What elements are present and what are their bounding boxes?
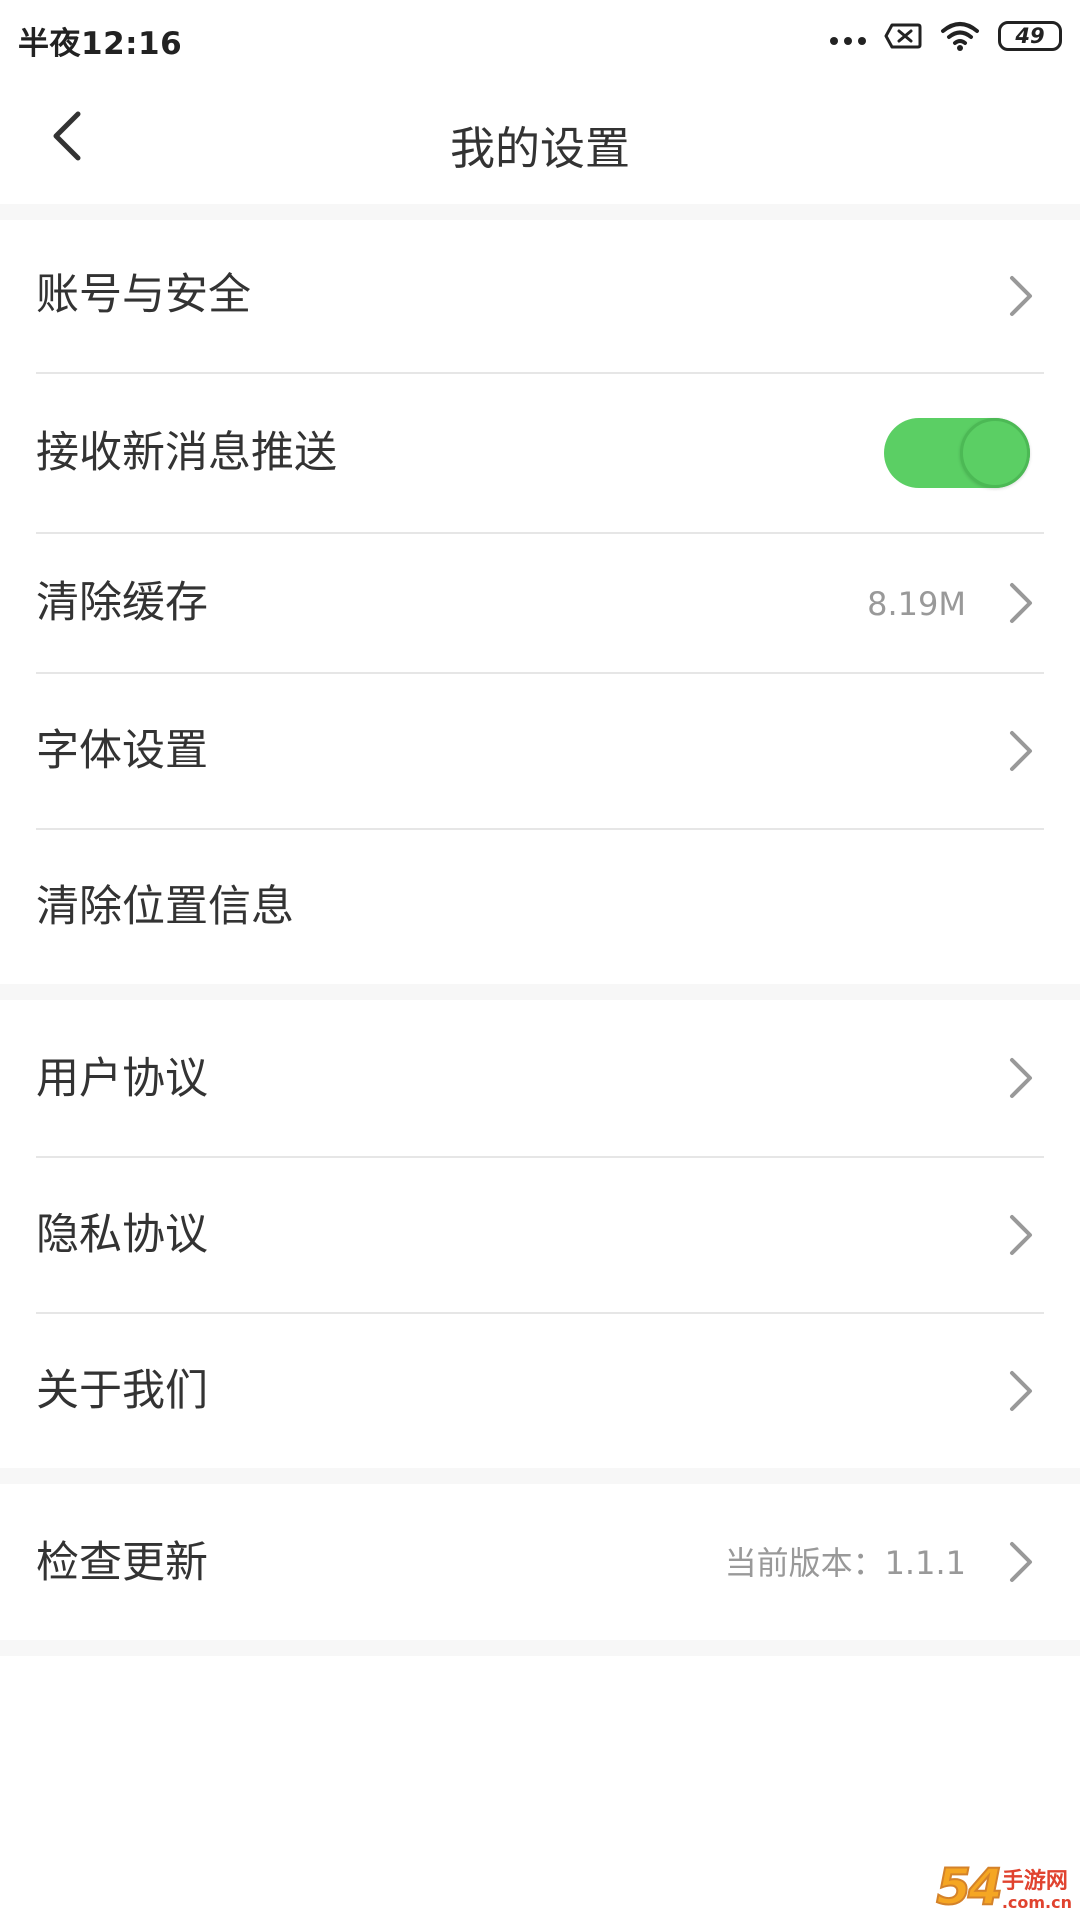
watermark-domain: .com.cn [1001,1893,1072,1913]
settings-item-about-us[interactable]: 关于我们 [0,1314,1080,1468]
cache-size-value: 8.19M [867,585,966,623]
settings-item-font-settings[interactable]: 字体设置 [0,674,1080,828]
group-separator [0,984,1080,1000]
current-version-value: 当前版本：1.1.1 [724,1544,966,1582]
chevron-right-icon [1010,1371,1032,1411]
settings-item-label: 字体设置 [36,726,208,776]
settings-item-label: 隐私协议 [36,1210,208,1260]
battery-icon: 49 [998,21,1062,51]
header: 我的设置 [0,72,1080,204]
more-dots-icon [830,37,866,45]
toggle-knob [960,418,1030,488]
settings-item-label: 用户协议 [36,1054,208,1104]
settings-item-label: 清除位置信息 [36,882,294,932]
settings-item-check-update[interactable]: 检查更新 当前版本：1.1.1 [0,1484,1080,1640]
settings-item-label: 账号与安全 [36,270,251,320]
settings-item-privacy-policy[interactable]: 隐私协议 [0,1158,1080,1312]
chevron-right-icon [1010,731,1032,771]
settings-item-account-security[interactable]: 账号与安全 [0,220,1080,372]
chevron-right-icon [1010,1542,1032,1582]
page-title: 我的设置 [449,122,630,175]
chevron-right-icon [1010,276,1032,316]
group-separator [0,1640,1080,1656]
watermark-logo: 54 手游网 .com.cn [935,1858,1072,1916]
settings-item-label: 接收新消息推送 [36,428,337,478]
watermark-name: 手游网 [1001,1869,1068,1895]
status-time: 半夜12:16 [18,26,183,62]
watermark-text: 手游网 .com.cn [1002,1870,1072,1912]
no-sim-icon [884,23,922,49]
status-icons: 49 [830,18,1062,54]
group-separator [0,204,1080,220]
group-separator [0,1468,1080,1484]
settings-item-push-notifications: 接收新消息推送 [0,374,1080,532]
push-notifications-toggle[interactable] [884,418,1030,488]
chevron-right-icon [1010,1215,1032,1255]
settings-item-clear-location[interactable]: 清除位置信息 [0,830,1080,984]
settings-item-clear-cache[interactable]: 清除缓存 8.19M [0,534,1080,672]
status-bar: 半夜12:16 49 [0,0,1080,72]
chevron-right-icon [1010,583,1032,623]
settings-item-label: 检查更新 [36,1538,208,1588]
chevron-right-icon [1010,1058,1032,1098]
battery-level: 49 [1015,24,1045,48]
settings-item-user-agreement[interactable]: 用户协议 [0,1000,1080,1156]
watermark-number: 54 [935,1858,1004,1916]
wifi-icon [941,22,979,51]
settings-item-label: 关于我们 [36,1366,208,1416]
settings-item-label: 清除缓存 [36,578,208,628]
